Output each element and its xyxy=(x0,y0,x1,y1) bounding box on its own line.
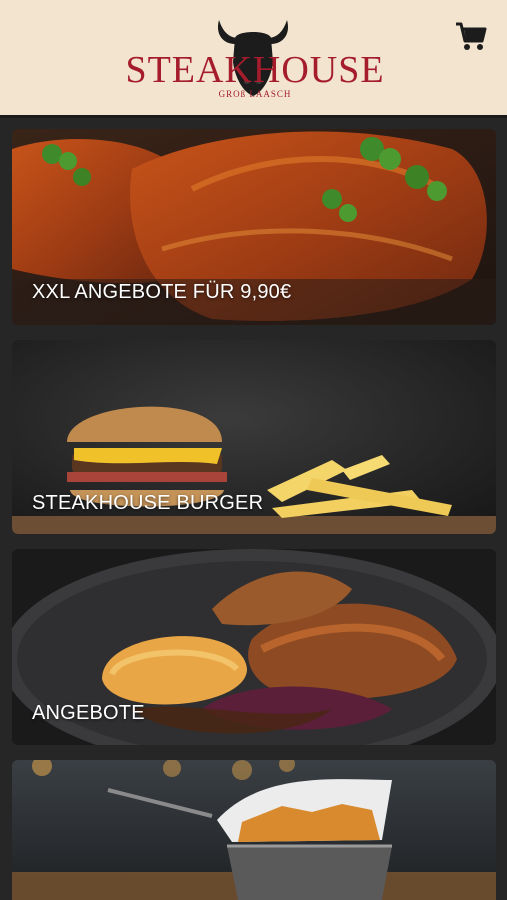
category-card-offers[interactable]: ANGEBOTE xyxy=(12,549,496,745)
category-label: XXL ANGEBOTE FÜR 9,90€ xyxy=(32,281,292,303)
brand-location: GROß LAASCH xyxy=(218,89,292,99)
brand-name: STEAKHOUSE xyxy=(125,49,385,91)
shopping-cart-icon[interactable] xyxy=(454,20,488,54)
category-card-burger[interactable]: STEAKHOUSE BURGER xyxy=(12,340,496,534)
category-card-xxl-offers[interactable]: XXL ANGEBOTE FÜR 9,90€ xyxy=(12,129,496,325)
fries-basket-image xyxy=(12,760,496,900)
steakhouse-logo[interactable]: STEAKHOUSE GROß LAASCH xyxy=(110,14,400,99)
category-card-fries[interactable] xyxy=(12,760,496,900)
app-header: STEAKHOUSE GROß LAASCH xyxy=(0,0,507,118)
category-label: STEAKHOUSE BURGER xyxy=(32,492,264,514)
category-label: ANGEBOTE xyxy=(32,702,145,724)
